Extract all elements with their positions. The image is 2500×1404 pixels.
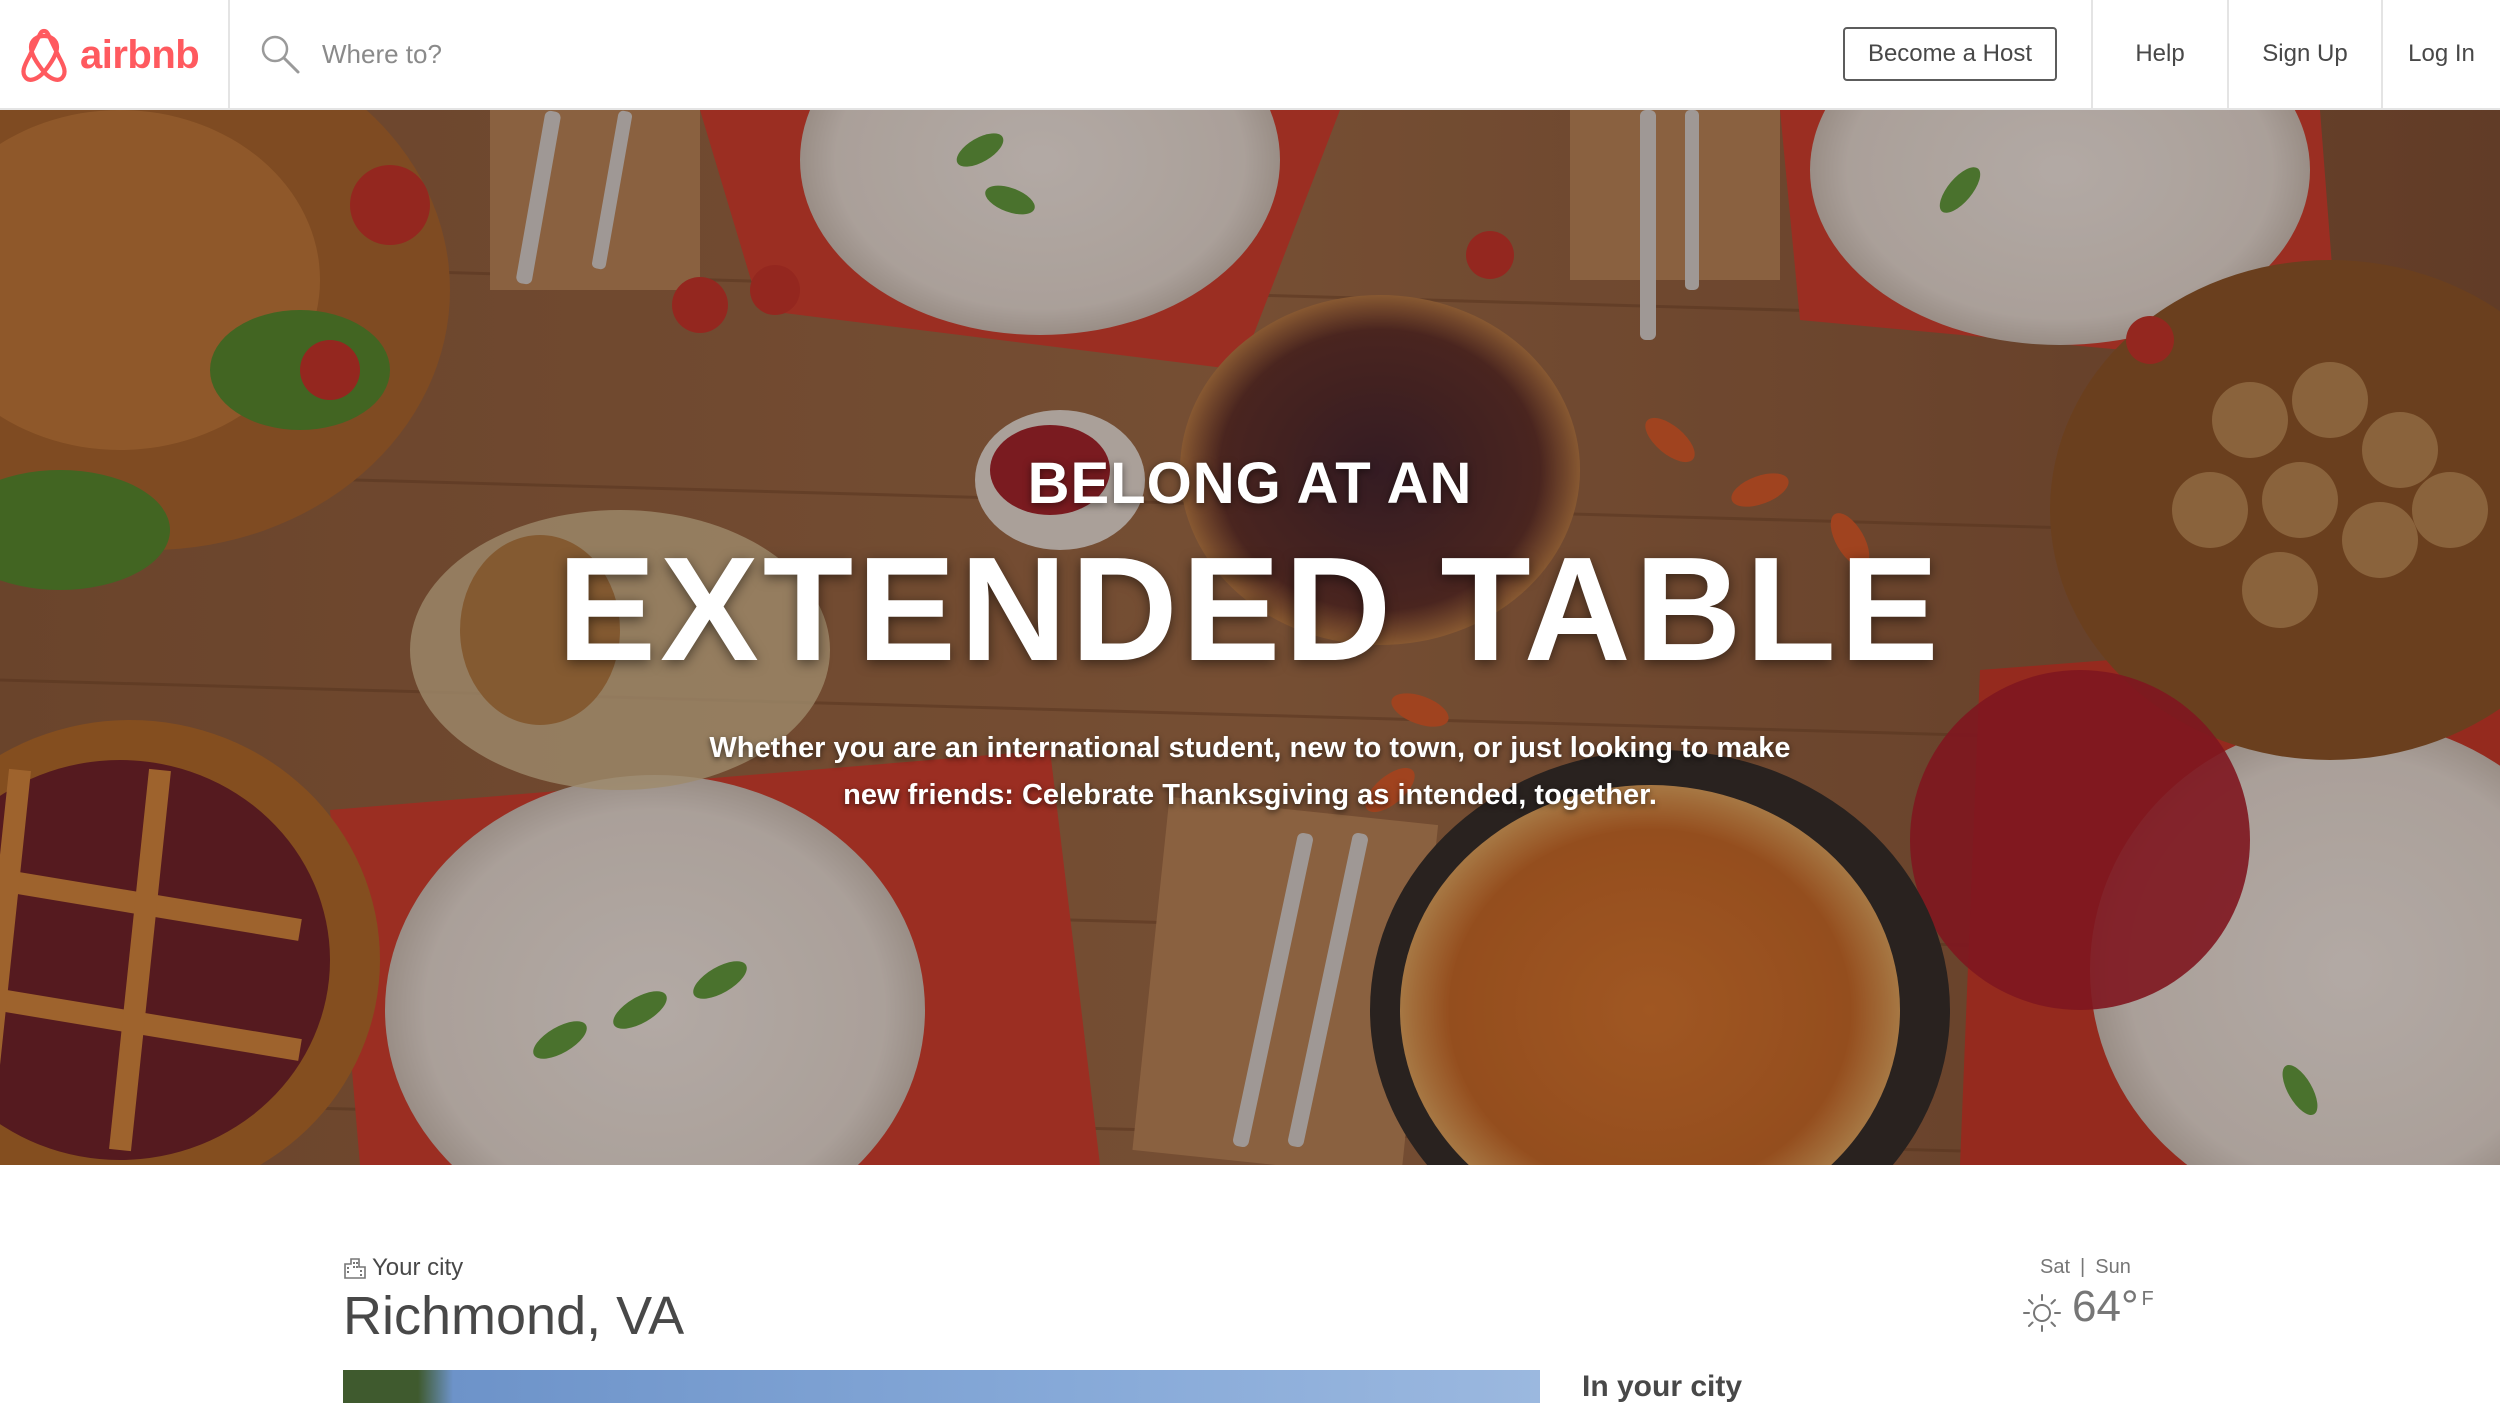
weather-temperature: 64° F <box>2020 1282 2154 1335</box>
brand-name: airbnb <box>80 32 200 77</box>
hero-title: EXTENDED TABLE <box>557 527 1943 692</box>
log-in-link[interactable]: Log In <box>2383 0 2500 108</box>
hero-banner: BELONG AT AN EXTENDED TABLE Whether you … <box>0 110 2500 1165</box>
sun-icon <box>2023 1294 2061 1332</box>
top-nav: airbnb Become a Host Help Sign Up Log In <box>0 0 2500 110</box>
city-photo[interactable] <box>343 1370 1540 1403</box>
hero-kicker: BELONG AT AN <box>1027 451 1473 516</box>
hero-subtitle-line: Whether you are an international student… <box>709 732 1791 764</box>
search-icon <box>261 35 300 74</box>
temperature-unit: F <box>2141 1288 2154 1310</box>
weather-day-separator: | <box>2080 1256 2086 1278</box>
hero-subtitle-line: new friends: Celebrate Thanksgiving as i… <box>843 779 1657 811</box>
sign-up-link[interactable]: Sign Up <box>2229 0 2381 108</box>
city-name: Richmond, VA <box>343 1286 685 1346</box>
weather-days: Sat | Sun <box>2040 1256 2131 1279</box>
in-your-city-heading: In your city <box>1582 1370 1743 1403</box>
city-building-icon <box>344 1258 366 1279</box>
search-input[interactable] <box>320 37 1024 71</box>
your-city-text: Your city <box>372 1254 464 1281</box>
weather-day-sat[interactable]: Sat <box>2040 1256 2070 1278</box>
airbnb-logo[interactable]: airbnb <box>18 26 200 84</box>
airbnb-belo-icon <box>21 28 67 82</box>
your-city-label: Your city <box>342 1254 463 1282</box>
become-host-button[interactable]: Become a Host <box>1843 27 2057 81</box>
search-bar[interactable] <box>230 0 1230 108</box>
temperature-value: 64° <box>2072 1282 2139 1331</box>
weather-day-sun[interactable]: Sun <box>2095 1256 2131 1278</box>
help-link[interactable]: Help <box>2093 0 2227 108</box>
hero-subtitle: Whether you are an international student… <box>600 725 1900 819</box>
